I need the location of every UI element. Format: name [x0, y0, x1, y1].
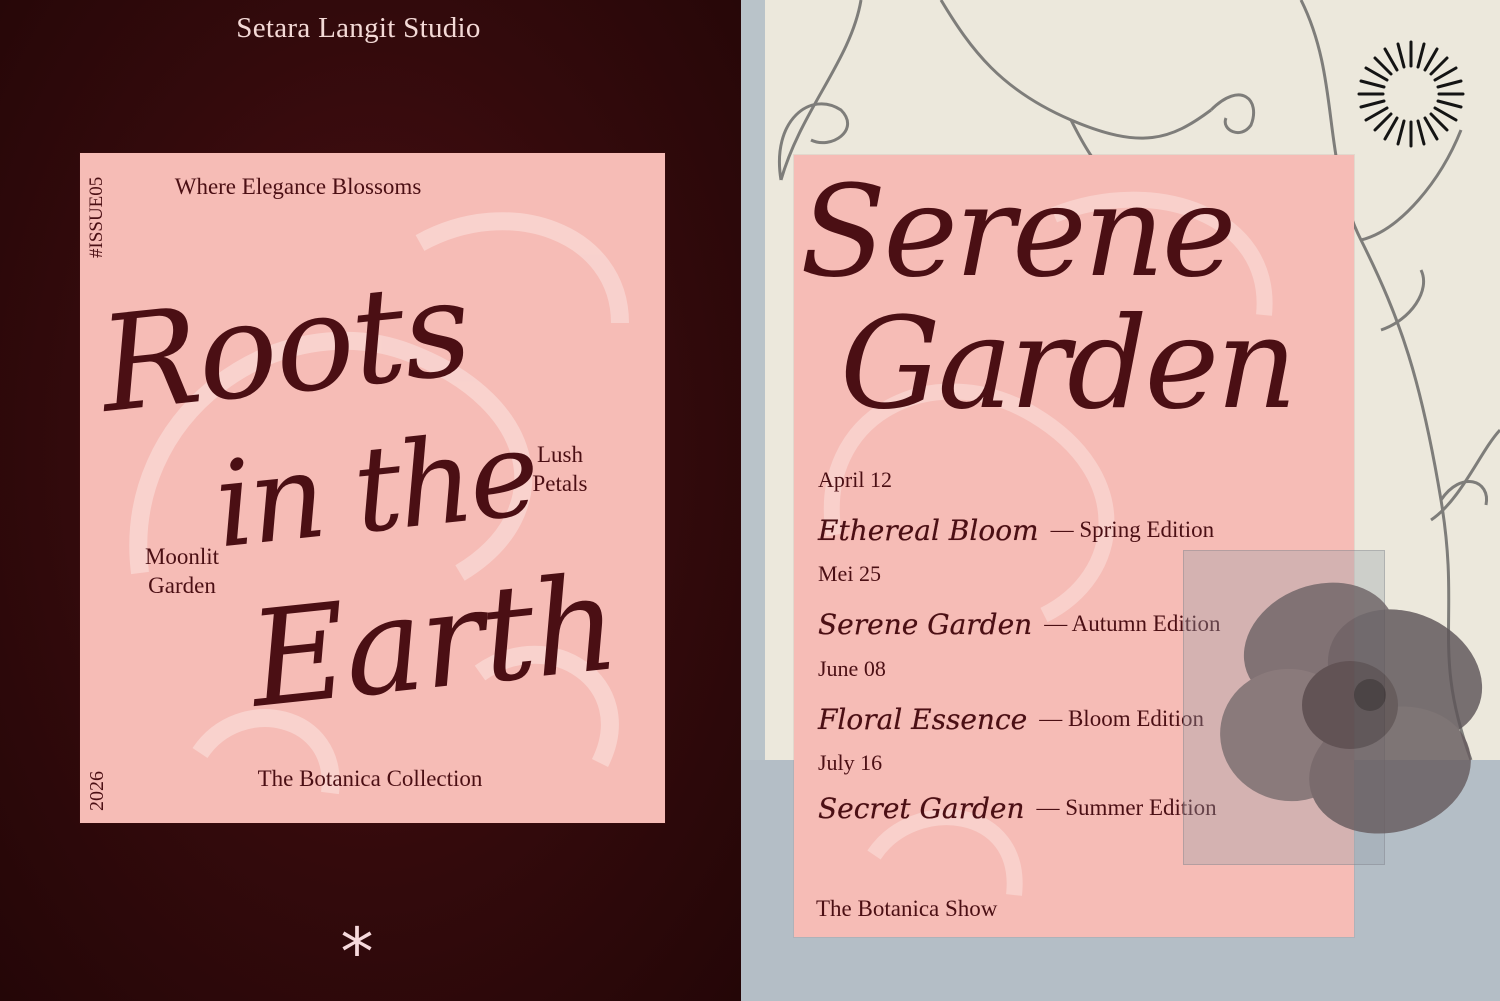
- poster-footer: The Botanica Collection: [257, 766, 483, 791]
- event-row: Ethereal Bloom — Spring Edition: [818, 508, 1214, 552]
- poster-year: 2026: [86, 771, 108, 811]
- event-title: Ethereal Bloom: [818, 513, 1039, 547]
- event-row: Serene Garden — Autumn Edition: [818, 602, 1221, 646]
- sunburst-icon: [1357, 40, 1465, 148]
- event-edition: — Bloom Edition: [1039, 706, 1205, 731]
- side-text-line: Petals: [532, 471, 588, 496]
- event-date: June 08: [818, 656, 886, 681]
- event-date: April 12: [818, 467, 892, 492]
- event-title: Floral Essence: [818, 702, 1028, 736]
- issue-number: #ISSUE05: [86, 176, 107, 258]
- side-text-line: Moonlit: [144, 544, 220, 569]
- hibiscus-flower-image: [1220, 582, 1483, 834]
- asterisk-icon: *: [340, 914, 374, 991]
- side-text-line: Garden: [148, 573, 216, 598]
- event-title: Serene Garden: [818, 607, 1033, 641]
- studio-name: Setara Langit Studio: [236, 12, 481, 44]
- title-line-garden: Garden: [840, 290, 1297, 437]
- event-date: Mei 25: [818, 561, 881, 586]
- event-title: Secret Garden: [818, 791, 1025, 825]
- event-date: July 16: [818, 750, 883, 775]
- side-text-lush-petals: Lush Petals: [515, 440, 605, 498]
- poster-footer: The Botanica Show: [816, 896, 998, 921]
- event-row: Floral Essence — Bloom Edition: [818, 697, 1204, 741]
- side-text-moonlit-garden: Moonlit Garden: [130, 542, 234, 600]
- title-line-serene: Serene: [800, 158, 1236, 305]
- side-text-line: Lush: [537, 442, 583, 467]
- event-row: Secret Garden — Summer Edition: [818, 786, 1217, 830]
- event-edition: — Spring Edition: [1050, 517, 1215, 542]
